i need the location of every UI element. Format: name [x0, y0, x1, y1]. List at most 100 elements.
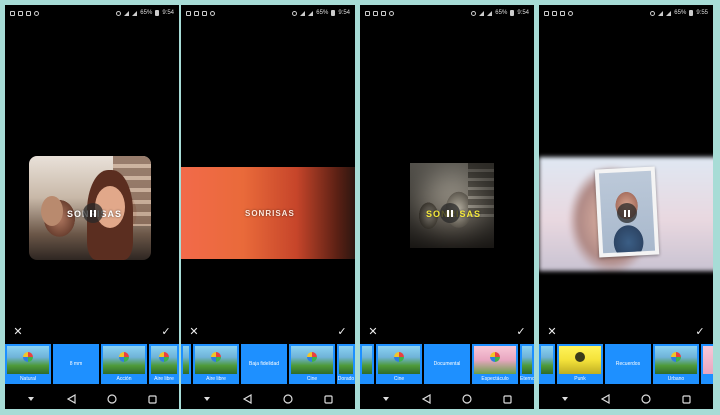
pause-button[interactable] [617, 203, 637, 223]
check-icon[interactable]: ✓ [693, 324, 707, 338]
preview-title: SONRISAS [245, 209, 295, 218]
filter-label: Natural [19, 376, 37, 382]
battery-percent: 65% [495, 10, 508, 16]
filter-item[interactable]: Natural [5, 344, 51, 384]
battery-percent: 65% [674, 10, 687, 16]
settings-icon [389, 10, 394, 16]
filter-item[interactable]: 8 mm [53, 344, 99, 384]
filter-carousel[interactable]: Aire libre Baja fidelidad Cine Dorado [181, 344, 355, 384]
android-nav-bar [360, 389, 534, 409]
clock: 9:55 [696, 10, 708, 16]
filter-item[interactable]: Punk [557, 344, 603, 384]
filter-item[interactable]: Cine [289, 344, 335, 384]
close-icon[interactable]: ✕ [366, 324, 380, 338]
filter-label: Eterno [520, 376, 534, 382]
filter-item[interactable]: Dorado [337, 344, 355, 384]
recents-square-icon[interactable] [321, 391, 337, 407]
filter-item[interactable]: Urbano [653, 344, 699, 384]
filter-item[interactable]: Espectáculo [472, 344, 518, 384]
phone-screen-4: 65% 9:55 ✕ ✓ Punk Recuerdos Urbano [539, 5, 713, 409]
recents-square-icon[interactable] [145, 391, 161, 407]
filter-item[interactable]: Recuerdos [605, 344, 651, 384]
edit-controls: ✕ ✓ [5, 323, 179, 339]
phone-screen-2: 65% 9:54 SONRISAS ✕ ✓ Aire libre Baja fi… [181, 5, 355, 409]
home-circle-icon[interactable] [459, 391, 475, 407]
close-icon[interactable]: ✕ [187, 324, 201, 338]
filter-item[interactable] [360, 344, 374, 384]
filter-item[interactable] [701, 344, 713, 384]
video-preview[interactable]: SONRISAS [181, 21, 355, 321]
filter-label: Aire libre [206, 376, 226, 382]
video-preview[interactable]: SONRISAS [5, 21, 179, 321]
notification-icon [194, 10, 199, 16]
battery-icon [510, 10, 515, 16]
check-icon[interactable]: ✓ [514, 324, 528, 338]
filter-label: 8 mm [69, 361, 83, 367]
android-nav-bar [5, 389, 179, 409]
filter-item[interactable]: Cine [376, 344, 422, 384]
filter-item[interactable]: Aire libre [193, 344, 239, 384]
clock: 9:54 [517, 10, 529, 16]
chevron-down-icon[interactable] [199, 391, 215, 407]
close-icon[interactable]: ✕ [11, 324, 25, 338]
battery-percent: 65% [316, 10, 329, 16]
notification-icon [552, 10, 557, 16]
status-bar: 65% 9:54 [181, 5, 355, 21]
notification-icon [365, 10, 370, 16]
pause-button[interactable] [83, 203, 103, 223]
home-circle-icon[interactable] [638, 391, 654, 407]
video-preview[interactable]: SONRISAS [360, 21, 534, 321]
signal-icon [666, 10, 672, 16]
home-circle-icon[interactable] [104, 391, 120, 407]
clock: 9:54 [162, 10, 174, 16]
alarm-icon [471, 10, 477, 16]
filter-label: Dorado [337, 376, 355, 382]
filter-item[interactable]: Aire libre [149, 344, 179, 384]
status-bar: 65% 9:54 [360, 5, 534, 21]
filter-label: Punk [574, 376, 586, 382]
filter-item[interactable]: Acción [101, 344, 147, 384]
pause-button[interactable] [440, 203, 460, 223]
check-icon[interactable]: ✓ [335, 324, 349, 338]
close-icon[interactable]: ✕ [545, 324, 559, 338]
back-triangle-icon[interactable] [598, 391, 614, 407]
settings-icon [210, 10, 215, 16]
battery-icon [331, 10, 336, 16]
back-triangle-icon[interactable] [240, 391, 256, 407]
filter-carousel[interactable]: Punk Recuerdos Urbano [539, 344, 713, 384]
video-preview[interactable] [539, 21, 713, 321]
wifi-icon [124, 10, 130, 16]
edit-controls: ✕ ✓ [539, 323, 713, 339]
alarm-icon [292, 10, 298, 16]
filter-carousel[interactable]: Natural 8 mm Acción Aire libre [5, 344, 179, 384]
recents-square-icon[interactable] [500, 391, 516, 407]
battery-percent: 65% [140, 10, 153, 16]
filter-item[interactable] [181, 344, 191, 384]
settings-icon [568, 10, 573, 16]
alarm-icon [116, 10, 122, 16]
filter-carousel[interactable]: Cine Documental Espectáculo Eterno [360, 344, 534, 384]
notification-icon [373, 10, 378, 16]
signal-icon [308, 10, 314, 16]
filter-item[interactable]: Baja fidelidad [241, 344, 287, 384]
chevron-down-icon[interactable] [23, 391, 39, 407]
signal-icon [487, 10, 493, 16]
filter-item[interactable]: Documental [424, 344, 470, 384]
filter-label: Espectáculo [481, 376, 509, 382]
filter-item[interactable] [539, 344, 555, 384]
notification-icon [18, 10, 23, 16]
check-icon[interactable]: ✓ [159, 324, 173, 338]
chevron-down-icon[interactable] [557, 391, 573, 407]
recents-square-icon[interactable] [679, 391, 695, 407]
back-triangle-icon[interactable] [64, 391, 80, 407]
notification-icon [544, 10, 549, 16]
home-circle-icon[interactable] [280, 391, 296, 407]
notification-icon [186, 10, 191, 16]
edit-controls: ✕ ✓ [181, 323, 355, 339]
filter-label: Urbano [667, 376, 685, 382]
filter-item[interactable]: Eterno [520, 344, 534, 384]
filter-label: Documental [433, 361, 461, 367]
chevron-down-icon[interactable] [378, 391, 394, 407]
back-triangle-icon[interactable] [419, 391, 435, 407]
battery-icon [689, 10, 694, 16]
